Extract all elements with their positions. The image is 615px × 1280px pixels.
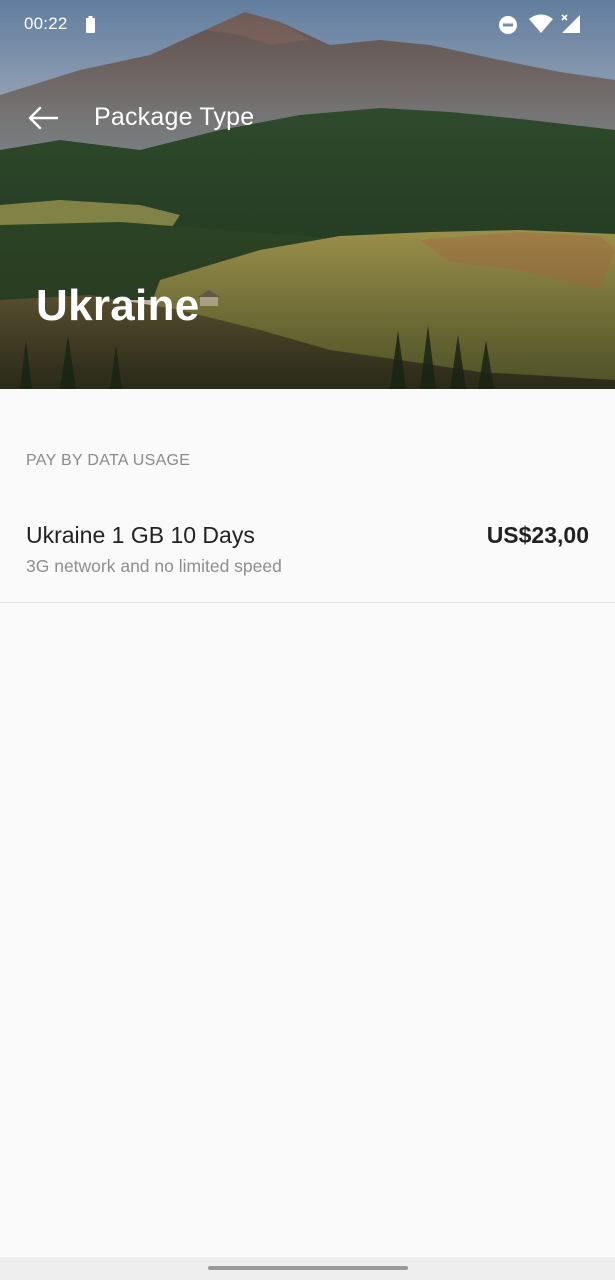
- package-description: 3G network and no limited speed: [26, 556, 282, 576]
- wifi-icon: [529, 14, 553, 39]
- country-title: Ukraine: [36, 281, 200, 330]
- status-time: 00:22: [24, 14, 68, 33]
- hero-header: 00:22 Package Type Ukraine: [0, 0, 615, 389]
- back-button[interactable]: [20, 96, 66, 140]
- battery-icon: [86, 16, 95, 38]
- status-bar: 00:22: [0, 0, 615, 50]
- navigation-bar: [0, 1257, 615, 1280]
- arrow-back-icon: [28, 106, 59, 130]
- do-not-disturb-icon: [498, 15, 518, 40]
- toolbar-title: Package Type: [94, 103, 255, 131]
- package-price: US$23,00: [486, 522, 589, 548]
- section-header: PAY BY DATA USAGE: [26, 452, 191, 469]
- package-type-screen: 00:22 Package Type Ukraine PAY BY DATA U…: [0, 0, 615, 1280]
- package-row[interactable]: Ukraine 1 GB 10 Days 3G network and no l…: [0, 505, 615, 602]
- divider: [0, 602, 615, 603]
- home-gesture-handle[interactable]: [208, 1266, 408, 1270]
- package-name: Ukraine 1 GB 10 Days: [26, 522, 255, 548]
- cellular-signal-icon: [560, 13, 582, 40]
